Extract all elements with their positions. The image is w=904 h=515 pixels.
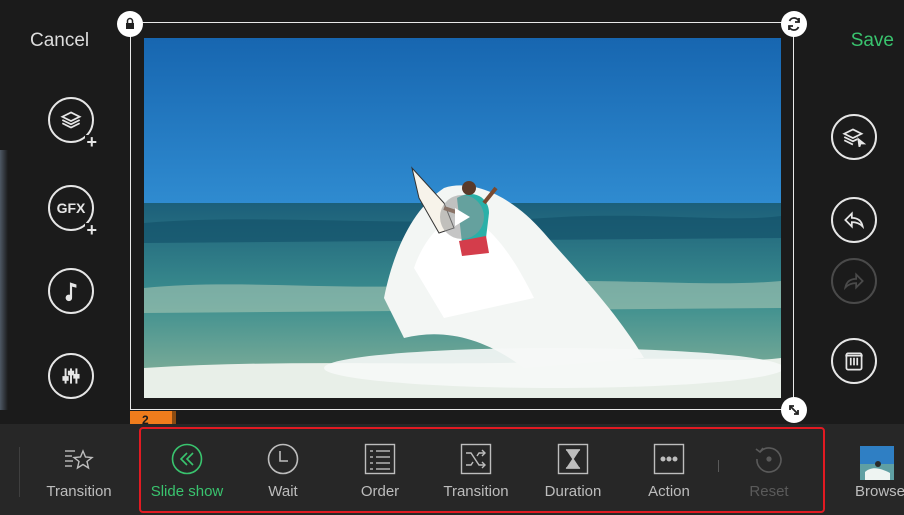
undo-icon — [844, 211, 865, 230]
star-transition-icon — [59, 440, 99, 478]
plus-icon: + — [85, 132, 98, 152]
resize-icon — [789, 405, 799, 415]
play-icon — [455, 208, 470, 226]
delete-button[interactable] — [831, 338, 877, 384]
tool-label: Browse — [854, 483, 904, 500]
mixer-icon — [62, 368, 80, 384]
select-layer-button[interactable] — [831, 114, 877, 160]
lock-handle[interactable] — [117, 11, 143, 37]
highlight-box — [139, 427, 825, 513]
play-button[interactable] — [440, 195, 484, 239]
add-gfx-button[interactable]: GFX + — [48, 185, 98, 239]
undo-button[interactable] — [831, 197, 877, 243]
redo-icon — [843, 272, 864, 291]
trash-icon — [845, 352, 863, 371]
music-note-icon — [65, 282, 77, 302]
rotate-handle[interactable] — [781, 11, 807, 37]
gfx-plus-icon: GFX — [56, 200, 86, 216]
add-layer-button[interactable]: + — [48, 97, 98, 151]
save-button[interactable]: Save — [851, 30, 894, 52]
cancel-button[interactable]: Cancel — [30, 30, 89, 52]
browse-tool[interactable]: Browse — [832, 440, 904, 500]
toolbar-divider — [19, 447, 20, 497]
plus-icon: + — [85, 220, 98, 240]
layers-plus-icon — [60, 111, 82, 129]
transition-tool-left[interactable]: Transition — [31, 440, 127, 500]
tool-label: Transition — [46, 483, 112, 500]
lock-icon — [126, 17, 134, 29]
layers-cursor-icon — [842, 128, 867, 148]
rotate-icon — [788, 17, 800, 31]
music-button[interactable] — [48, 268, 94, 314]
mixer-button[interactable] — [48, 353, 94, 399]
editor-screen: Cancel Save + GFX + 2 Transition Slide s… — [0, 0, 904, 515]
edge-glow — [0, 150, 8, 410]
resize-handle[interactable] — [781, 397, 807, 423]
redo-button[interactable] — [831, 258, 877, 304]
